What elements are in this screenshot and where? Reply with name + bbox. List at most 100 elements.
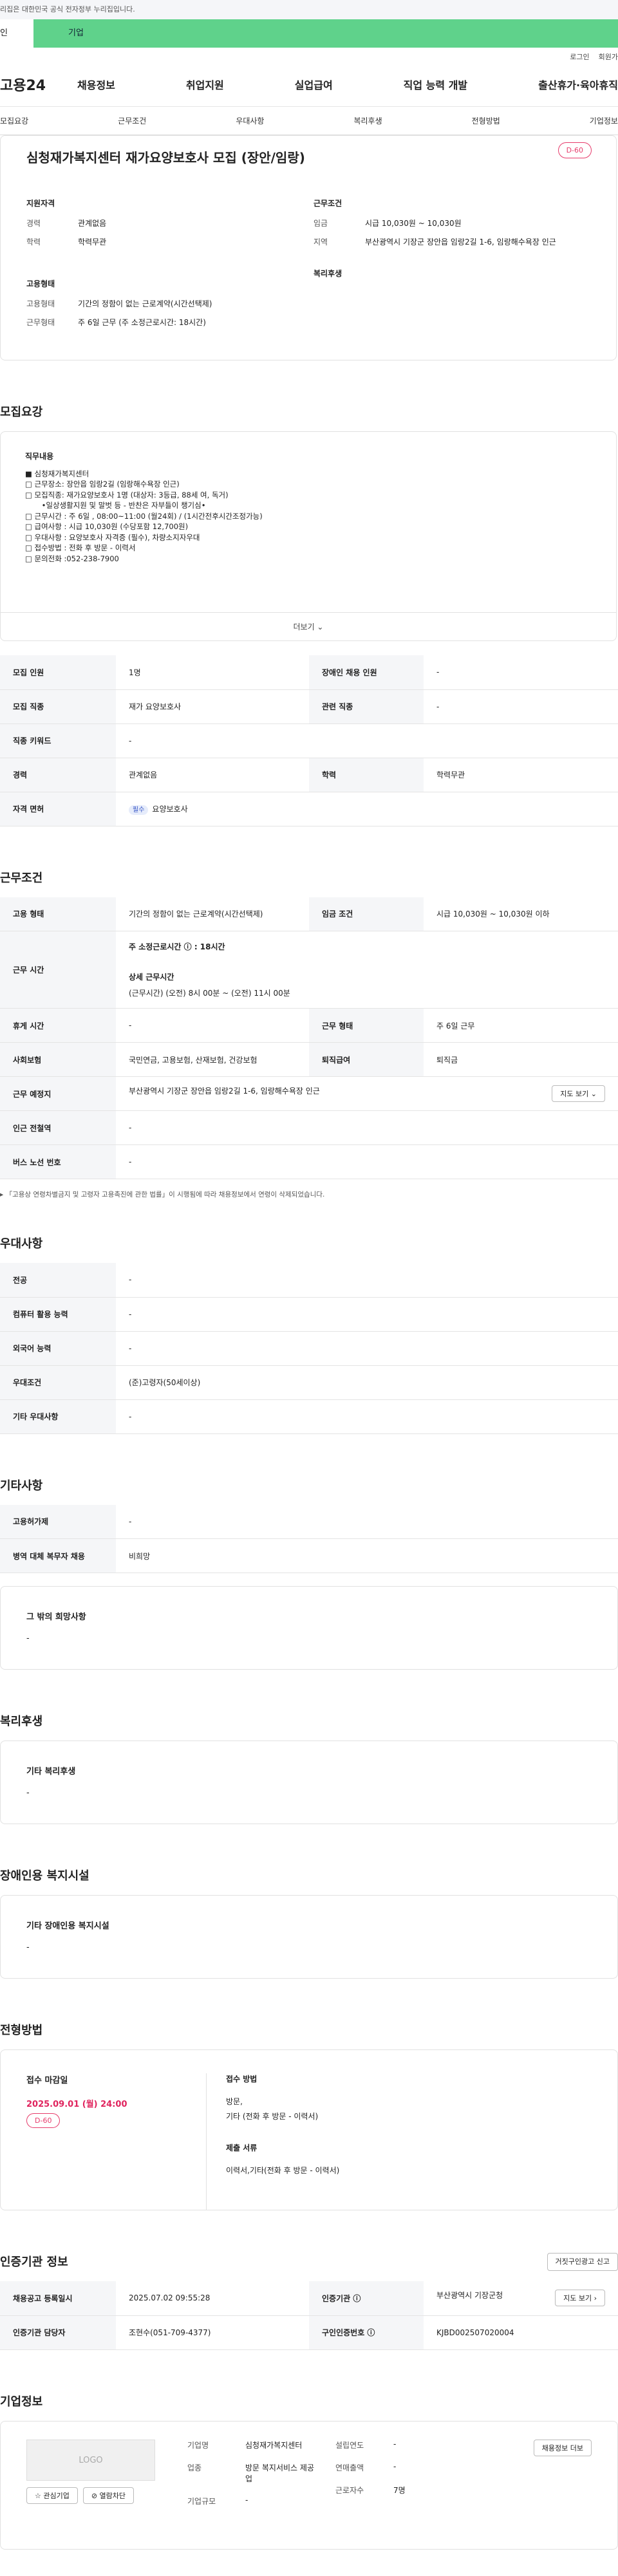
gnb-menu: 채용정보 취업지원 실업급여 직업 능력 개발 출산휴가·육아휴직 bbox=[77, 77, 618, 92]
cell-value: 시급 10,030원 ~ 10,030원 이하 bbox=[424, 897, 618, 931]
cell-value: 부산광역시 기장군청 지도 보기 › bbox=[424, 2281, 618, 2316]
cell-key: 컴퓨터 활용 능력 bbox=[0, 1297, 116, 1332]
cell-key: 고용 형태 bbox=[0, 897, 116, 931]
anchor-item[interactable]: 복리후생 bbox=[353, 115, 382, 126]
duty-title: 직무내용 bbox=[25, 452, 54, 461]
kv-key: 기업명 bbox=[187, 2440, 209, 2450]
summary-card: 심청재가복지센터 재가요양보호사 모집 (장안/임랑) D-60 지원자격 경력… bbox=[0, 135, 617, 360]
gnb-item[interactable]: 채용정보 bbox=[77, 77, 115, 92]
detail-hours: (근무시간) (오전) 8시 00분 ~ (오전) 11시 00분 bbox=[129, 989, 290, 998]
kv-value: 부산광역시 기장군 장안읍 임랑2길 1-6, 임랑해수욕장 인근 bbox=[365, 238, 556, 247]
summary-heading: 지원자격 bbox=[26, 199, 55, 208]
cell-value: 필수 요양보호사 bbox=[116, 792, 618, 826]
duty-card: 직무내용 ■ 심청재가복지센터 □ 근무장소: 장안읍 임랑2길 (임랑해수욕장 … bbox=[0, 431, 617, 641]
section-title: 전형방법 bbox=[0, 2024, 43, 2037]
cell-key: 장애인 채용 인원 bbox=[309, 655, 424, 690]
deadline-date: 2025.09.01 (월) 24:00 bbox=[26, 2100, 127, 2109]
condition-table: 고용 형태 기간의 정함이 없는 근로계약(시간선택제) 임금 조건 시급 10,03… bbox=[0, 897, 618, 1179]
recruit-table: 모집 인원 1명 장애인 채용 인원 - 모집 직종 재가 요양보호사 관련 직종 - 직종… bbox=[0, 655, 618, 826]
gnb-item[interactable]: 취업지원 bbox=[186, 77, 224, 92]
etc-table: 고용허가제 - 병역 대체 복무자 채용 비희망 bbox=[0, 1504, 618, 1573]
map-button[interactable]: 지도 보기 ⌄ bbox=[552, 1085, 605, 1102]
duty-line: ■ 심청재가복지센터 bbox=[25, 469, 89, 478]
anchor-item[interactable]: 모집요강 bbox=[0, 115, 28, 126]
cell-value: 관계없음 bbox=[116, 758, 309, 792]
cell-value: 주 소정근로시간 ⓘ : 18시간 상세 근무시간 (근무시간) (오전) 8시… bbox=[116, 931, 618, 1009]
site-logo[interactable]: 고용24 bbox=[0, 74, 77, 95]
kv-key: 근로자수 bbox=[335, 2485, 364, 2495]
deadline-heading: 접수 마감일 bbox=[26, 2076, 68, 2086]
cell-key: 근무 형태 bbox=[309, 1008, 424, 1043]
cell-value: 2025.07.02 09:55:28 bbox=[116, 2281, 309, 2316]
duty-line: □ 우대사항 : 요양보호사 자격증 (필수), 차량소지자우대 bbox=[25, 532, 200, 542]
anchor-item[interactable]: 전형방법 bbox=[472, 115, 500, 126]
cell-key: 모집 인원 bbox=[0, 655, 116, 690]
section-title: 기업정보 bbox=[0, 2394, 43, 2409]
company-jobs-button[interactable]: 채용정보 더보 bbox=[533, 2439, 592, 2456]
join-link[interactable]: 회원가 bbox=[599, 51, 618, 62]
anchor-item[interactable]: 기업정보 bbox=[590, 115, 618, 126]
tab-personal[interactable]: 인 bbox=[0, 19, 33, 48]
docs-value: 이력서,기타(전화 후 방문 - 이력서) bbox=[226, 2166, 340, 2175]
kv-value: 방문 복지서비스 제공업 bbox=[245, 2463, 314, 2483]
kv-key: 고용형태 bbox=[26, 299, 55, 308]
tab-company[interactable]: 기업 bbox=[33, 19, 618, 48]
kv-value: - bbox=[393, 2439, 397, 2449]
gnb-item[interactable]: 출산휴가·육아휴직 bbox=[538, 77, 618, 92]
license-name: 요양보호사 bbox=[152, 805, 188, 814]
cell-value: 주 6일 근무 bbox=[424, 1008, 618, 1043]
cell-value: 재가 요양보호사 bbox=[116, 689, 309, 724]
duty-line: □ 근무장소: 장안읍 임랑2길 (임랑해수욕장 인근) bbox=[25, 480, 180, 489]
cell-key: 채용공고 등록일시 bbox=[0, 2281, 116, 2316]
box-title: 기타 장애인용 복지시설 bbox=[26, 1921, 109, 1931]
cell-key: 경력 bbox=[0, 758, 116, 792]
section-title: 인증기관 정보 bbox=[0, 2255, 68, 2269]
method-value-2: 기타 (전화 후 방문 - 이력서) bbox=[226, 2112, 319, 2121]
kv-value: 7명 bbox=[393, 2485, 406, 2495]
cell-value: 비희망 bbox=[116, 1538, 618, 1573]
gnb-item[interactable]: 실업급여 bbox=[295, 77, 333, 92]
dday-badge: D-60 bbox=[26, 2113, 61, 2128]
process-box: 접수 마감일 2025.09.01 (월) 24:00 D-60 접수 방법 방… bbox=[0, 2049, 618, 2210]
age-notice: ▸ 「고용상 연령차별금지 및 고령자 고용촉진에 관한 법률」이 시행됨에 따… bbox=[0, 1191, 325, 1199]
box-value: - bbox=[26, 1788, 30, 1798]
cell-key: 근무 예정지 bbox=[0, 1076, 116, 1111]
cell-value: - bbox=[116, 723, 618, 758]
method-col: 접수 방법 방문, 기타 (전화 후 방문 - 이력서) 제출 서류 이력서,기… bbox=[207, 2073, 339, 2210]
anchor-item[interactable]: 우대사항 bbox=[236, 115, 264, 126]
login-link[interactable]: 로그인 bbox=[570, 51, 589, 62]
block-view-button[interactable]: ⊘ 열람차단 bbox=[82, 2487, 135, 2504]
cell-key: 외국어 능력 bbox=[0, 1331, 116, 1366]
kv-key: 경력 bbox=[26, 219, 41, 228]
cell-value: - bbox=[116, 1008, 309, 1043]
welfare-box: 기타 복리후생 - bbox=[0, 1741, 618, 1824]
favorite-company-button[interactable]: ☆ 관심기업 bbox=[26, 2487, 78, 2504]
kv-value: - bbox=[393, 2461, 397, 2471]
company-logo-col: LOGO ☆ 관심기업 ⊘ 열람차단 bbox=[26, 2439, 162, 2549]
cell-key: 임금 조건 bbox=[309, 897, 424, 931]
anchor-item[interactable]: 근무조건 bbox=[118, 115, 146, 126]
kv-key: 근무형태 bbox=[26, 318, 55, 327]
cell-value: 학력무관 bbox=[424, 758, 618, 792]
section-title-row: 인증기관 정보 거짓구인광고 신고 bbox=[0, 2236, 618, 2281]
cell-key: 직종 키워드 bbox=[0, 723, 116, 758]
weekly-hours: 주 소정근로시간 ⓘ : 18시간 bbox=[129, 942, 225, 951]
section-title: 복리후생 bbox=[0, 1715, 43, 1728]
kv-key: 임금 bbox=[314, 219, 328, 228]
cell-value: - bbox=[116, 1110, 618, 1145]
gnb-item[interactable]: 직업 능력 개발 bbox=[404, 77, 467, 92]
section-title: 장애인용 복지시설 bbox=[0, 1869, 89, 1883]
more-button[interactable]: 더보기 ⌄ bbox=[1, 612, 616, 640]
duty-line: •일상생활지원 및 말벗 등 - 반찬은 자부들이 챙기심• bbox=[25, 501, 206, 510]
map-button[interactable]: 지도 보기 › bbox=[555, 2290, 605, 2307]
cell-key: 퇴직급여 bbox=[309, 1042, 424, 1077]
detail-hours-title: 상세 근무시간 bbox=[129, 973, 174, 982]
summary-heading: 복리후생 bbox=[314, 269, 342, 278]
company-box: LOGO ☆ 관심기업 ⊘ 열람차단 기업명 심청재가복지센터 업종 방문 복지서비… bbox=[0, 2420, 618, 2550]
docs-heading: 제출 서류 bbox=[226, 2143, 258, 2152]
etc-box: 그 밖의 희망사항 - bbox=[0, 1586, 618, 1670]
site-tabs: 인 기업 bbox=[0, 19, 618, 48]
cell-key: 사회보험 bbox=[0, 1042, 116, 1077]
kv-key: 연매출액 bbox=[335, 2463, 364, 2472]
report-button[interactable]: 거짓구인광고 신고 bbox=[547, 2253, 618, 2271]
